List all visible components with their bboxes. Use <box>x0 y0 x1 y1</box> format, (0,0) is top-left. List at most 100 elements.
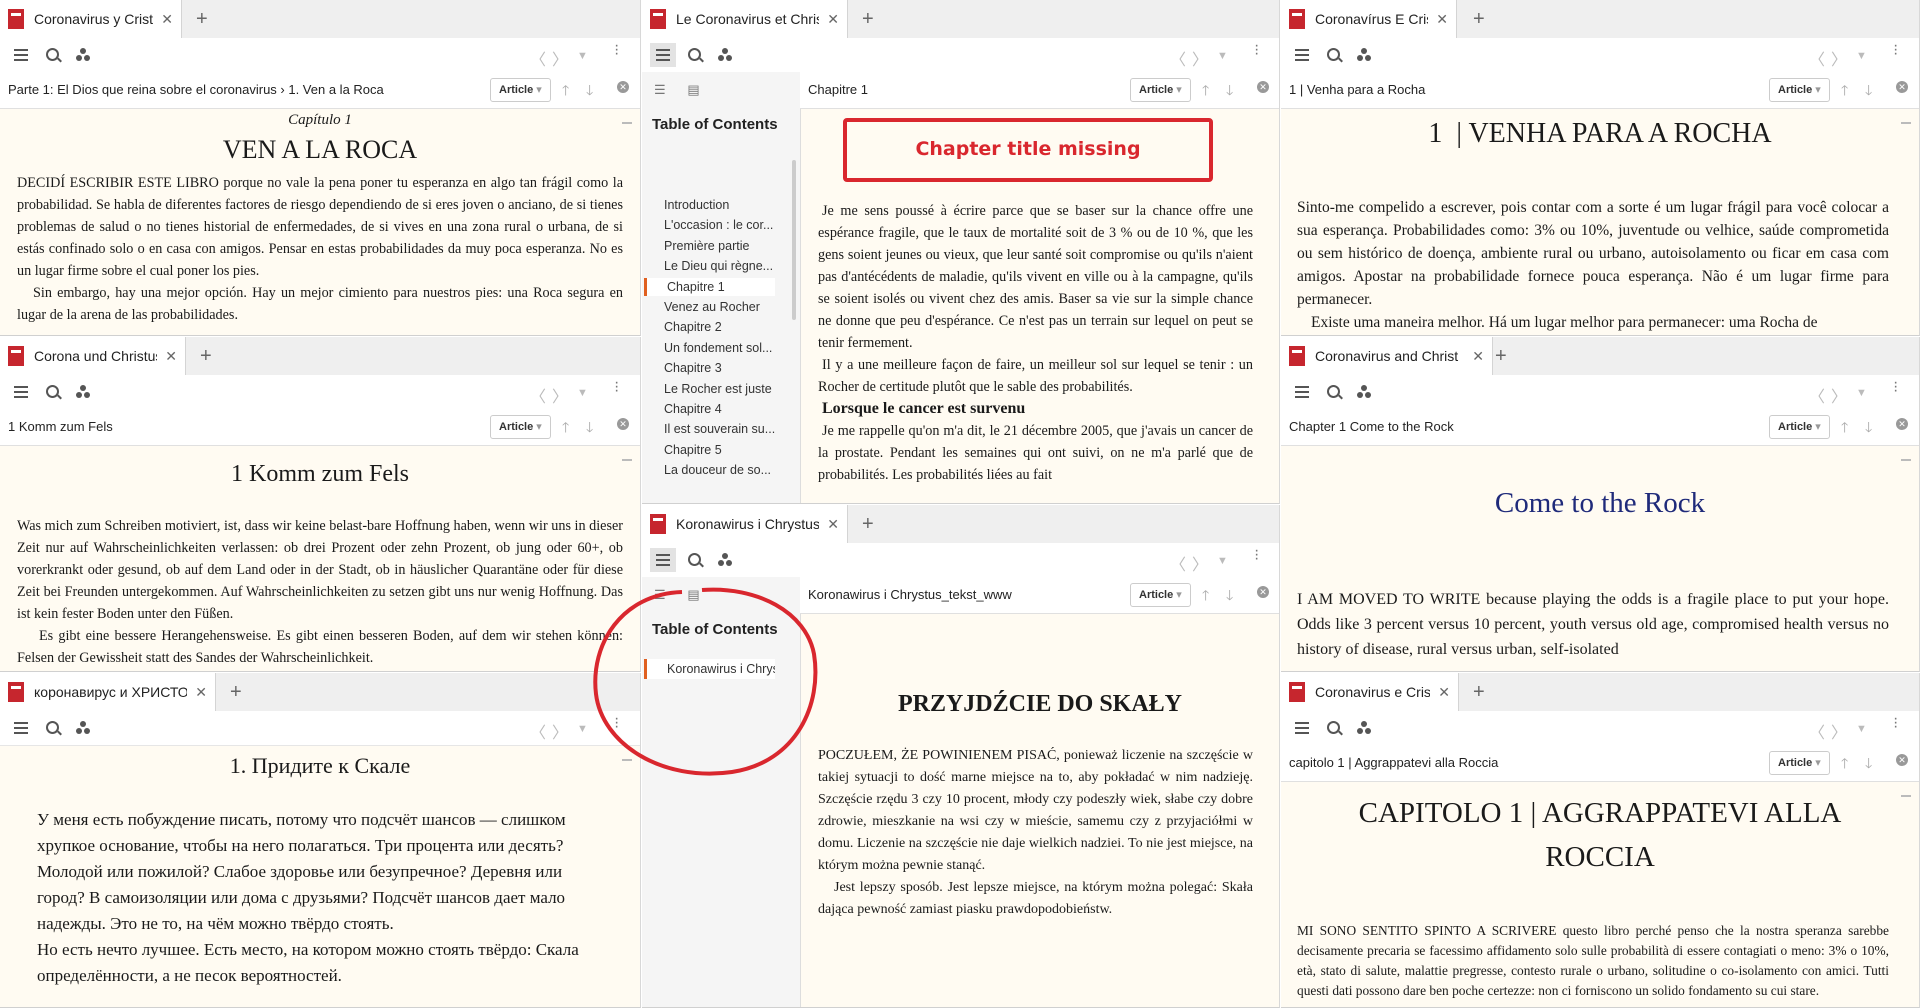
view-mode-button[interactable]: Article <box>1769 415 1830 439</box>
breadcrumb[interactable]: Koronawirus i Chrystus_tekst_www <box>808 587 1012 602</box>
chevron-down-icon[interactable]: ▼ <box>1856 723 1867 735</box>
menu-icon[interactable] <box>650 43 676 67</box>
arrow-up-icon[interactable]: 🡑 <box>562 80 569 104</box>
forward-icon[interactable]: 〉 <box>552 46 568 70</box>
search-icon[interactable] <box>688 48 701 61</box>
close-icon[interactable]: ✕ <box>1257 586 1269 598</box>
toc-scrollbar[interactable] <box>792 160 796 320</box>
close-icon[interactable]: ✕ <box>1896 81 1908 93</box>
menu-icon[interactable] <box>1295 49 1309 61</box>
annotations-icon[interactable] <box>76 721 90 735</box>
toc-list-icon[interactable]: ☰ ▤ <box>654 82 700 98</box>
chevron-down-icon[interactable]: ▼ <box>1856 387 1867 399</box>
toc-item[interactable]: Il est souverain su... <box>664 420 792 438</box>
toc-item[interactable]: Chapitre 1 <box>644 277 775 296</box>
tab-pl[interactable]: Koronawirus i Chrystus ✕ <box>642 505 848 543</box>
close-icon[interactable]: ✕ <box>1896 754 1908 766</box>
view-mode-button[interactable]: Article <box>490 78 551 102</box>
scroll-indicator[interactable] <box>622 122 632 138</box>
more-vert-icon[interactable]: · · · <box>1254 38 1259 62</box>
back-icon[interactable]: 〈 <box>530 719 546 743</box>
more-vert-icon[interactable]: · · · <box>1254 543 1259 567</box>
annotations-icon[interactable] <box>1357 48 1371 62</box>
toc-item[interactable]: Chapitre 3 <box>664 359 792 377</box>
more-vert-icon[interactable]: · · · <box>1893 375 1898 399</box>
chevron-down-icon[interactable]: ▼ <box>1856 50 1867 62</box>
tab-de[interactable]: Corona und Christus ✕ <box>0 337 186 375</box>
forward-icon[interactable]: 〉 <box>1831 719 1847 743</box>
scroll-indicator[interactable] <box>622 459 632 475</box>
back-icon[interactable]: 〈 <box>1170 46 1186 70</box>
menu-icon[interactable] <box>1295 386 1309 398</box>
toc-item[interactable]: Un fondement sol... <box>664 339 792 357</box>
add-tab-icon[interactable]: + <box>1495 345 1507 368</box>
arrow-up-icon[interactable]: 🡑 <box>1202 80 1209 104</box>
view-mode-button[interactable]: Article <box>1130 78 1191 102</box>
toc-item[interactable]: La douceur de so... <box>664 461 792 479</box>
annotations-icon[interactable] <box>1357 721 1371 735</box>
menu-icon[interactable] <box>14 386 28 398</box>
search-icon[interactable] <box>46 721 59 734</box>
arrow-up-icon[interactable]: 🡑 <box>1841 417 1848 441</box>
toc-item[interactable]: Chapitre 5 <box>664 441 792 459</box>
search-icon[interactable] <box>1327 721 1340 734</box>
arrow-down-icon[interactable]: 🡓 <box>1865 80 1872 104</box>
back-icon[interactable]: 〈 <box>530 383 546 407</box>
arrow-up-icon[interactable]: 🡑 <box>1202 585 1209 609</box>
arrow-down-icon[interactable]: 🡓 <box>1226 585 1233 609</box>
add-tab-icon[interactable]: + <box>862 513 874 536</box>
close-icon[interactable]: ✕ <box>1896 418 1908 430</box>
toc-item[interactable]: Venez au Rocher <box>664 298 792 316</box>
breadcrumb[interactable]: Chapitre 1 <box>808 82 868 97</box>
chevron-down-icon[interactable]: ▼ <box>1217 50 1228 62</box>
forward-icon[interactable]: 〉 <box>552 383 568 407</box>
tab-es[interactable]: Coronavirus y Cristo ✕ <box>0 0 182 38</box>
back-icon[interactable]: 〈 <box>530 46 546 70</box>
add-tab-icon[interactable]: + <box>200 345 212 368</box>
annotations-icon[interactable] <box>718 48 732 62</box>
view-mode-button[interactable]: Article <box>1130 583 1191 607</box>
arrow-down-icon[interactable]: 🡓 <box>1226 80 1233 104</box>
breadcrumb[interactable]: capitolo 1 | Aggrappatevi alla Roccia <box>1289 755 1498 770</box>
close-icon[interactable]: ✕ <box>165 348 177 365</box>
tab-ru[interactable]: коронавирус и ХРИСТОС ✕ <box>0 673 216 711</box>
toc-item[interactable]: Le Dieu qui règne... <box>664 257 792 275</box>
forward-icon[interactable]: 〉 <box>552 719 568 743</box>
search-icon[interactable] <box>46 385 59 398</box>
arrow-down-icon[interactable]: 🡓 <box>586 80 593 104</box>
chevron-down-icon[interactable]: ▼ <box>1217 555 1228 567</box>
arrow-up-icon[interactable]: 🡑 <box>562 417 569 441</box>
add-tab-icon[interactable]: + <box>1473 8 1485 31</box>
forward-icon[interactable]: 〉 <box>1831 383 1847 407</box>
arrow-down-icon[interactable]: 🡓 <box>1865 753 1872 777</box>
tab-en[interactable]: Coronavirus and Christ ✕ <box>1281 337 1493 375</box>
search-icon[interactable] <box>1327 385 1340 398</box>
close-icon[interactable]: ✕ <box>827 11 839 28</box>
tab-fr[interactable]: Le Coronavirus et Christ ✕ <box>642 0 848 38</box>
close-icon[interactable]: ✕ <box>617 81 629 93</box>
close-icon[interactable]: ✕ <box>195 684 207 701</box>
menu-icon[interactable] <box>650 548 676 572</box>
add-tab-icon[interactable]: + <box>196 8 208 31</box>
annotations-icon[interactable] <box>76 385 90 399</box>
search-icon[interactable] <box>688 553 701 566</box>
back-icon[interactable]: 〈 <box>1170 551 1186 575</box>
scroll-indicator[interactable] <box>1901 122 1911 138</box>
forward-icon[interactable]: 〉 <box>1192 551 1208 575</box>
toc-item[interactable]: Introduction <box>664 196 792 214</box>
menu-icon[interactable] <box>14 722 28 734</box>
back-icon[interactable]: 〈 <box>1809 46 1825 70</box>
close-icon[interactable]: ✕ <box>1436 11 1448 28</box>
more-vert-icon[interactable]: · · · <box>614 38 619 62</box>
toc-item[interactable]: Chapitre 4 <box>664 400 792 418</box>
view-mode-button[interactable]: Article <box>490 415 551 439</box>
breadcrumb[interactable]: Parte 1: El Dios que reina sobre el coro… <box>8 82 384 97</box>
annotations-icon[interactable] <box>1357 385 1371 399</box>
arrow-up-icon[interactable]: 🡑 <box>1841 80 1848 104</box>
forward-icon[interactable]: 〉 <box>1831 46 1847 70</box>
toc-item[interactable]: Le Rocher est juste <box>664 380 792 398</box>
view-mode-button[interactable]: Article <box>1769 751 1830 775</box>
arrow-down-icon[interactable]: 🡓 <box>1865 417 1872 441</box>
menu-icon[interactable] <box>14 49 28 61</box>
back-icon[interactable]: 〈 <box>1809 383 1825 407</box>
